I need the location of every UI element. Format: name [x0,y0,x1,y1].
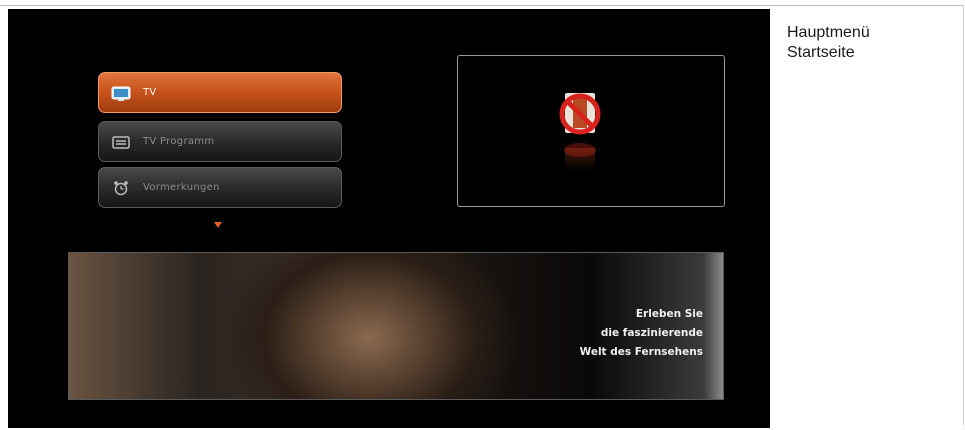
promo-banner: Erleben Sie die faszinierende Welt des F… [68,252,724,400]
frame-right-border [963,5,964,425]
menu-item-tv[interactable]: TV [98,72,342,113]
menu-item-label: Vormerkungen [143,182,220,193]
chevron-down-icon[interactable] [214,222,222,228]
caption-subtitle: Startseite [787,44,855,61]
menu-item-vormerkungen[interactable]: Vormerkungen [98,167,342,208]
tv-icon [111,85,131,101]
frame-top-border [0,5,963,6]
menu-item-label: TV Programm [143,136,215,147]
caption: Hauptmenü Startseite [787,23,957,63]
alarm-clock-icon [111,180,131,196]
no-signal-icon [552,88,612,198]
banner-line: Welt des Fernsehens [579,346,703,358]
banner-line: die faszinierende [600,327,703,339]
caption-title: Hauptmenü [787,24,870,41]
tv-screen: TV TV Programm Vormerkungen Erleben Sie … [8,9,770,428]
tv-guide-icon [111,134,131,150]
menu-item-label: TV [143,87,157,98]
menu-item-tv-programm[interactable]: TV Programm [98,121,342,162]
banner-line: Erleben Sie [635,308,703,320]
banner-text: Erleben Sie die faszinierende Welt des F… [580,305,703,362]
